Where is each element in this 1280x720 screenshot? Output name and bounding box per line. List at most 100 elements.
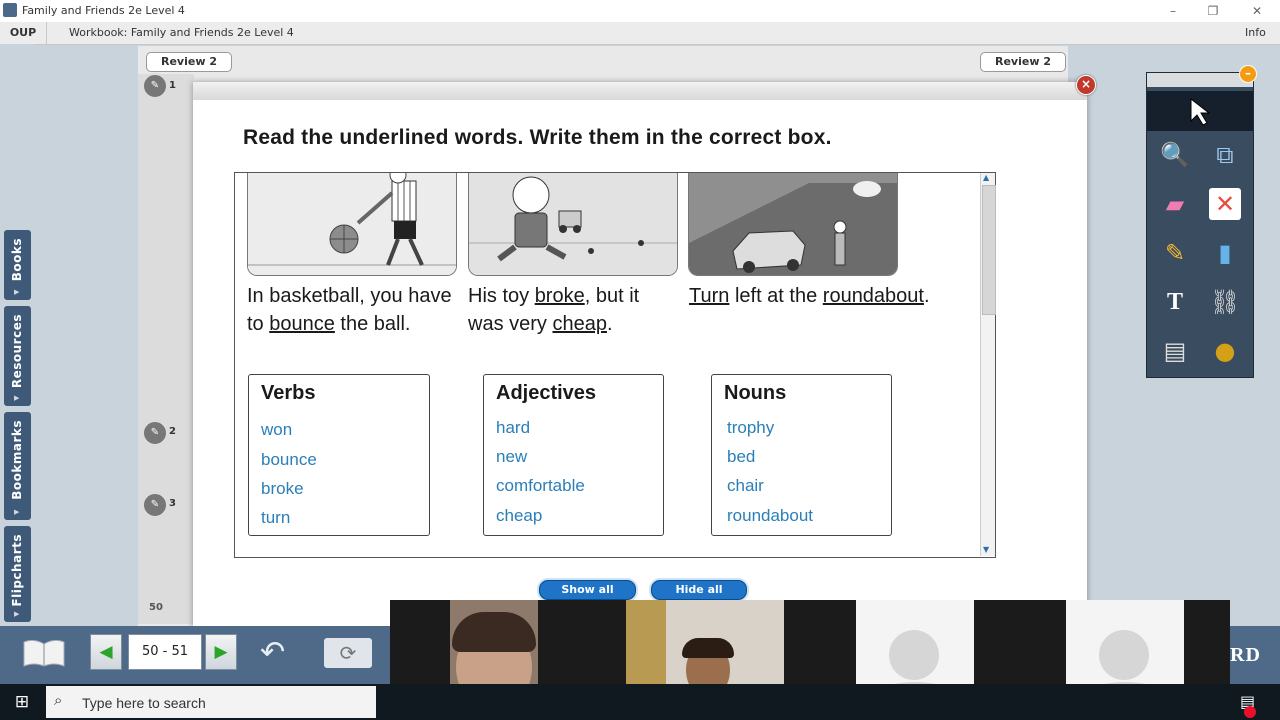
answer-word: bounce [261,450,317,469]
undo-icon[interactable]: ↶ [260,638,300,668]
search-placeholder: Type here to search [82,695,206,711]
underlined-word: cheap [552,313,607,335]
show-all-answers-button[interactable]: Show all answers [539,580,636,614]
highlighter-tool-icon[interactable]: ▮ [1209,237,1241,269]
expand-arrow-icon: ▶ [14,288,20,296]
exercise-instruction: Read the underlined words. Write them in… [243,126,832,149]
answer-word: won [261,420,293,439]
exercise-pen-icon[interactable]: ✎ [142,73,168,99]
delete-tool-icon[interactable]: ✕ [1209,188,1241,220]
workbook-label: Workbook: Family and Friends 2e Level 4 [69,26,294,39]
eraser-tool-icon[interactable]: ▰ [1159,188,1191,220]
verbs-box: Verbs won bounce broke turn [248,374,430,536]
expand-arrow-icon: ▶ [14,394,20,402]
caption-roundabout: Turn left at the roundabout. [689,285,930,307]
window-tool-icon[interactable]: ⧉ [1209,139,1241,171]
caption-toy: His toy broke, but it was very cheap. [468,285,640,335]
answer-word: trophy [727,418,775,437]
underlined-word: Turn [689,285,730,307]
restore-button[interactable]: ❐ [1198,2,1228,20]
underlined-word: broke [534,285,585,307]
exercise-pen-icon[interactable]: ✎ [142,420,168,446]
exercise-number: 2 [169,426,176,437]
review-header-left: Review 2 [146,52,232,72]
oxford-logo: RD [1230,644,1261,666]
exercise-number: 1 [169,80,176,91]
avatar-icon [889,630,939,680]
boy-bouncing-ball-illustration [248,173,456,275]
caption-basketball: In basketball, you have to bounce the ba… [247,285,452,335]
spotlight-tool-icon[interactable]: ● [1209,335,1241,367]
exercise-pen-icon[interactable]: ✎ [142,492,168,518]
minimize-button[interactable]: – [1158,2,1188,20]
sidebar-tab-bookmarks[interactable]: Bookmarks ▶ [4,412,31,520]
search-icon: ⌕ [54,691,63,709]
link-tool-icon[interactable]: ⛓ [1209,286,1241,318]
answer-word: new [496,447,528,466]
avatar-icon [1099,630,1149,680]
answer-word: turn [261,508,291,527]
notification-badge [1244,706,1256,718]
scroll-up-icon[interactable]: ▲ [983,173,989,182]
car-at-roundabout-illustration [689,173,897,275]
expand-arrow-icon: ▶ [14,508,20,516]
box-title: Nouns [724,382,787,404]
page-left-column [138,74,194,624]
vertical-scrollbar[interactable]: ▲ ▼ [980,173,996,556]
nouns-box: Nouns trophy bed chair roundabout [711,374,892,536]
palette-minimize-icon[interactable]: – [1239,65,1257,83]
tool-palette: 🔍 ⧉ ▰ ✕ ✎ ▮ T ⛓ ▤ ● [1146,72,1254,378]
exercise-number: 3 [169,498,176,509]
box-title: Adjectives [496,382,597,404]
expand-arrow-icon: ▶ [14,610,20,618]
sidebar-tab-resources[interactable]: Resources ▶ [4,306,31,406]
page-number: 50 [149,602,163,613]
pencil-tool-icon[interactable]: ✎ [1159,237,1191,269]
boy-with-broken-toy-illustration [469,173,677,275]
hide-all-answers-button[interactable]: Hide all answers [651,580,747,614]
info-menu[interactable]: Info [1245,26,1266,39]
answer-word: broke [261,479,304,498]
answer-word: roundabout [727,506,814,525]
cursor-arrow-icon [1190,97,1211,126]
participant-hair [452,612,536,652]
underlined-word: bounce [269,313,335,335]
window-title: Family and Friends 2e Level 4 [22,4,185,17]
scroll-thumb[interactable] [982,185,996,315]
oup-menu[interactable]: OUP [0,22,47,44]
start-windows-icon[interactable]: ⊞ [0,684,44,720]
answer-word: hard [496,418,531,437]
sidebar-tab-flipcharts[interactable]: Flipcharts ▶ [4,526,31,622]
windows-taskbar: ⊞ ⌕ Type here to search ▤ [0,684,1280,720]
app-icon [3,3,17,17]
basketball-picture [247,173,457,276]
zoom-tool-icon[interactable]: 🔍 [1159,139,1191,171]
popup-close-button[interactable]: × [1076,75,1096,95]
menu-bar: OUP Workbook: Family and Friends 2e Leve… [0,22,1280,45]
participant-hair [682,638,734,658]
pointer-tool[interactable] [1147,91,1253,131]
adjectives-box: Adjectives hard new comfortable cheap [483,374,664,536]
answer-word: chair [727,476,764,495]
underlined-word: roundabout [822,285,924,307]
cover-tool-icon[interactable]: ▤ [1159,335,1191,367]
text-tool-icon[interactable]: T [1159,286,1191,318]
refresh-icon[interactable]: ⟳ [324,638,372,668]
close-window-button[interactable]: ✕ [1242,2,1272,20]
popup-title-bar[interactable] [193,82,1087,100]
scroll-down-icon[interactable]: ▼ [983,545,989,554]
answer-word: bed [727,447,756,466]
palette-drag-bar[interactable] [1147,73,1253,87]
previous-page-button[interactable]: ◀ [90,634,122,670]
answer-word: cheap [496,506,543,525]
answer-word: comfortable [496,476,585,495]
title-bar: Family and Friends 2e Level 4 – ❐ ✕ [0,0,1280,22]
sidebar-tab-books[interactable]: Books ▶ [4,230,31,300]
roundabout-picture [688,173,898,276]
left-sidebar: Books ▶ Resources ▶ Bookmarks ▶ Flipcharts ▶ [0,44,34,626]
box-title: Verbs [261,382,316,404]
open-book-icon[interactable] [22,638,66,668]
taskbar-search-box[interactable]: ⌕ Type here to search [46,686,376,718]
next-page-button[interactable]: ▶ [205,634,237,670]
page-number-field[interactable]: 50 - 51 [128,634,202,670]
